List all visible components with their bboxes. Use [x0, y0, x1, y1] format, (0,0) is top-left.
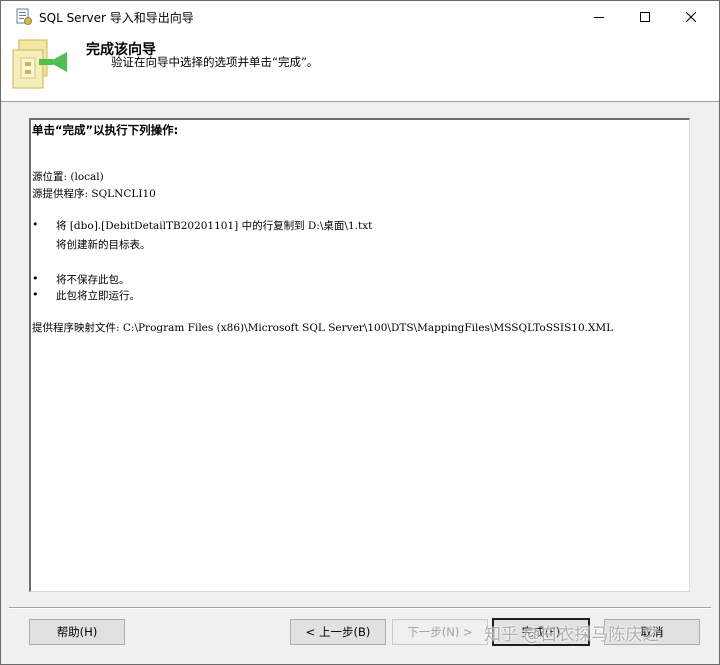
source-provider: 源提供程序: SQLNCLI10 [32, 188, 156, 200]
close-icon [686, 11, 696, 22]
minimize-button[interactable] [576, 1, 622, 32]
wizard-banner-icon [9, 36, 71, 98]
title-bar[interactable]: SQL Server 导入和导出向导 [1, 1, 719, 32]
bullet-no-save: 将不保存此包。 [56, 274, 130, 286]
wizard-header: 完成该向导 验证在向导中选择的选项并单击“完成”。 [1, 32, 719, 102]
next-button[interactable]: 下一步(N) > [392, 619, 488, 645]
bullet-icon: • [32, 288, 39, 301]
bullet-icon: • [32, 272, 39, 285]
window-title: SQL Server 导入和导出向导 [39, 11, 194, 25]
back-button[interactable]: < 上一步(B) [290, 619, 386, 645]
bullet-create-table: 将创建新的目标表。 [56, 239, 151, 251]
bullet-icon: • [32, 218, 39, 231]
app-icon [15, 8, 33, 26]
footer-separator [9, 607, 711, 609]
help-button[interactable]: 帮助(H) [29, 619, 125, 645]
header-subtitle: 验证在向导中选择的选项并单击“完成”。 [111, 55, 319, 69]
maximize-icon [640, 11, 650, 22]
cancel-button[interactable]: 取消 [604, 619, 700, 645]
finish-button[interactable]: 完成(F) [492, 618, 590, 646]
mapping-file: 提供程序映射文件: C:\Program Files (x86)\Microso… [32, 322, 614, 334]
close-button[interactable] [668, 1, 714, 32]
bullet-copy-rows: 将 [dbo].[DebitDetailTB20201101] 中的行复制到 D… [56, 220, 373, 232]
source-location: 源位置: (local) [32, 171, 104, 183]
minimize-icon [594, 16, 604, 18]
bullet-run-now: 此包将立即运行。 [56, 290, 140, 302]
summary-panel[interactable]: 单击“完成”以执行下列操作: 源位置: (local) 源提供程序: SQLNC… [29, 118, 690, 592]
maximize-button[interactable] [622, 1, 668, 32]
summary-heading: 单击“完成”以执行下列操作: [32, 123, 179, 137]
wizard-window: SQL Server 导入和导出向导 完成该向导 验证在向导中选择的选项并单击“… [0, 0, 720, 665]
